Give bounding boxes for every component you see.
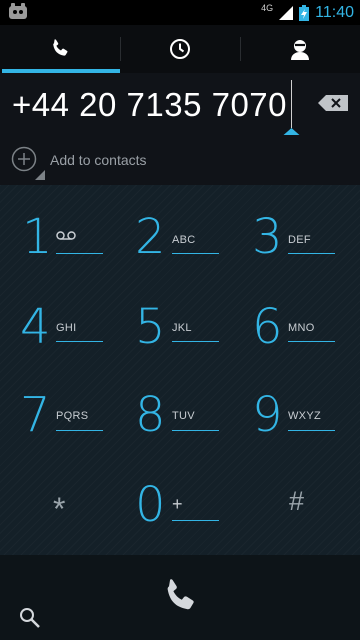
tab-bar — [0, 25, 360, 73]
key-digit: 3 — [252, 209, 283, 265]
key-7[interactable]: 7 PQRS — [0, 368, 120, 456]
key-6[interactable]: 6 MNO — [240, 280, 360, 368]
status-bar: 4G 11:40 — [0, 0, 360, 25]
tab-contacts[interactable] — [240, 25, 360, 73]
key-star[interactable]: * — [0, 458, 120, 546]
voicemail-icon — [56, 231, 76, 240]
phone-icon — [53, 39, 68, 56]
key-letters: PQRS — [56, 410, 89, 422]
key-digit: 6 — [252, 299, 283, 355]
key-letters: DEF — [288, 234, 311, 246]
key-letters: + — [172, 494, 183, 514]
add-contact-icon[interactable] — [11, 146, 45, 180]
text-cursor — [291, 80, 292, 128]
key-digit: 0 — [135, 477, 166, 533]
key-digit: 8 — [135, 387, 166, 443]
search-icon[interactable] — [18, 606, 42, 630]
key-underline — [56, 341, 103, 342]
key-underline — [56, 430, 103, 431]
battery-charging-icon — [299, 4, 310, 21]
key-8[interactable]: 8 TUV — [120, 368, 240, 456]
key-9[interactable]: 9 WXYZ — [240, 368, 360, 456]
network-type: 4G — [261, 2, 274, 13]
key-letters: TUV — [172, 410, 195, 422]
key-digit: 5 — [135, 299, 166, 355]
signal-icon — [279, 5, 294, 20]
tab-call-log[interactable] — [120, 25, 240, 73]
key-letters: ABC — [172, 234, 196, 246]
key-underline — [288, 253, 335, 254]
key-digit: 1 — [22, 209, 53, 265]
add-to-contacts-label[interactable]: Add to contacts — [50, 152, 147, 168]
key-digit: 2 — [135, 209, 166, 265]
tab-dialpad[interactable] — [0, 25, 120, 73]
key-underline — [288, 430, 335, 431]
clock-icon — [170, 39, 190, 59]
key-underline — [172, 253, 219, 254]
key-5[interactable]: 5 JKL — [120, 280, 240, 368]
key-underline — [56, 253, 103, 254]
notification-icon — [9, 3, 27, 19]
call-button[interactable] — [158, 575, 202, 619]
key-letters: GHI — [56, 322, 77, 334]
person-icon — [291, 40, 309, 60]
clock: 11:40 — [315, 3, 354, 21]
key-0[interactable]: 0 + — [120, 458, 240, 546]
key-digit: 4 — [20, 299, 51, 355]
key-letters: MNO — [288, 322, 315, 334]
key-4[interactable]: 4 GHI — [0, 280, 120, 368]
key-digit: 7 — [20, 387, 51, 443]
key-letters: JKL — [172, 322, 192, 334]
key-underline — [172, 520, 219, 521]
key-symbol: * — [53, 491, 66, 527]
key-digit: 9 — [252, 387, 283, 443]
phone-number-field[interactable]: +44 20 7135 7070 — [12, 86, 287, 124]
key-1[interactable]: 1 — [0, 190, 120, 278]
key-underline — [172, 341, 219, 342]
key-symbol: # — [289, 486, 305, 516]
backspace-icon[interactable] — [318, 95, 348, 111]
key-letters: WXYZ — [288, 410, 321, 422]
key-hash[interactable]: # — [240, 458, 360, 546]
key-underline — [288, 341, 335, 342]
key-2[interactable]: 2 ABC — [120, 190, 240, 278]
key-underline — [172, 430, 219, 431]
key-3[interactable]: 3 DEF — [240, 190, 360, 278]
